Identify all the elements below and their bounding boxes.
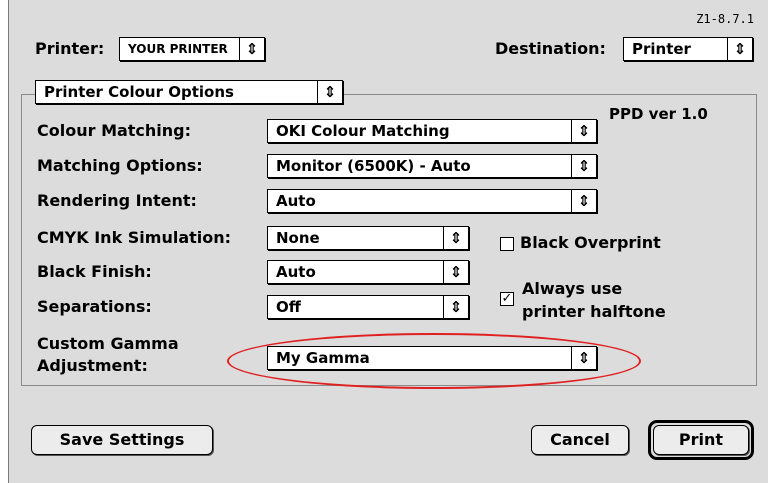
up-down-arrows-icon: ⇕ [239, 38, 264, 60]
version-label: Z1-8.7.1 [696, 12, 754, 26]
black-finish-label: Black Finish: [37, 262, 152, 281]
matching-options-value: Monitor (6500K) - Auto [276, 157, 471, 175]
print-options-dialog: Z1-8.7.1 Printer: YOUR PRINTER ⇕ Destina… [8, 0, 768, 483]
halftone-checkbox[interactable]: ✓ [500, 292, 514, 306]
custom-gamma-label-line1: Custom Gamma [37, 334, 179, 353]
separations-select[interactable]: Off ⇕ [267, 295, 469, 319]
cmyk-simulation-select[interactable]: None ⇕ [267, 226, 469, 250]
colour-matching-select[interactable]: OKI Colour Matching ⇕ [267, 119, 597, 143]
matching-options-select[interactable]: Monitor (6500K) - Auto ⇕ [267, 154, 597, 178]
ppd-version: PPD ver 1.0 [609, 105, 708, 123]
halftone-label-line1[interactable]: Always use [522, 279, 622, 299]
destination-select-value: Printer [632, 40, 691, 58]
cmyk-simulation-label: CMYK Ink Simulation: [37, 228, 232, 247]
custom-gamma-label-line2: Adjustment: [37, 356, 148, 375]
printer-label: Printer: [35, 39, 105, 58]
rendering-intent-value: Auto [276, 192, 316, 210]
black-overprint-checkbox[interactable] [500, 237, 514, 251]
destination-label: Destination: [495, 39, 606, 58]
black-overprint-label[interactable]: Black Overprint [520, 233, 661, 253]
colour-matching-label: Colour Matching: [37, 121, 192, 140]
up-down-arrows-icon: ⇕ [443, 261, 468, 283]
checkmark-icon: ✓ [501, 291, 513, 306]
destination-select[interactable]: Printer ⇕ [623, 37, 753, 61]
highlight-ellipse [227, 333, 641, 389]
rendering-intent-label: Rendering Intent: [37, 191, 197, 210]
printer-select[interactable]: YOUR PRINTER ⇕ [119, 37, 265, 61]
separations-label: Separations: [37, 297, 152, 316]
up-down-arrows-icon: ⇕ [317, 81, 342, 103]
up-down-arrows-icon: ⇕ [443, 227, 468, 249]
up-down-arrows-icon: ⇕ [571, 190, 596, 212]
black-finish-select[interactable]: Auto ⇕ [267, 260, 469, 284]
save-settings-button[interactable]: Save Settings [31, 425, 213, 455]
halftone-label-line2[interactable]: printer halftone [522, 302, 666, 322]
black-finish-value: Auto [276, 263, 316, 281]
cmyk-simulation-value: None [276, 229, 320, 247]
colour-matching-value: OKI Colour Matching [276, 122, 450, 140]
up-down-arrows-icon: ⇕ [571, 120, 596, 142]
separations-value: Off [276, 298, 301, 316]
up-down-arrows-icon: ⇕ [571, 155, 596, 177]
up-down-arrows-icon: ⇕ [443, 296, 468, 318]
panel-select-value: Printer Colour Options [44, 83, 234, 101]
cancel-button[interactable]: Cancel [531, 425, 629, 455]
print-button[interactable]: Print [653, 425, 749, 455]
matching-options-label: Matching Options: [37, 156, 203, 175]
rendering-intent-select[interactable]: Auto ⇕ [267, 189, 597, 213]
printer-select-value: YOUR PRINTER [128, 42, 228, 56]
panel-select[interactable]: Printer Colour Options ⇕ [35, 80, 343, 104]
up-down-arrows-icon: ⇕ [727, 38, 752, 60]
